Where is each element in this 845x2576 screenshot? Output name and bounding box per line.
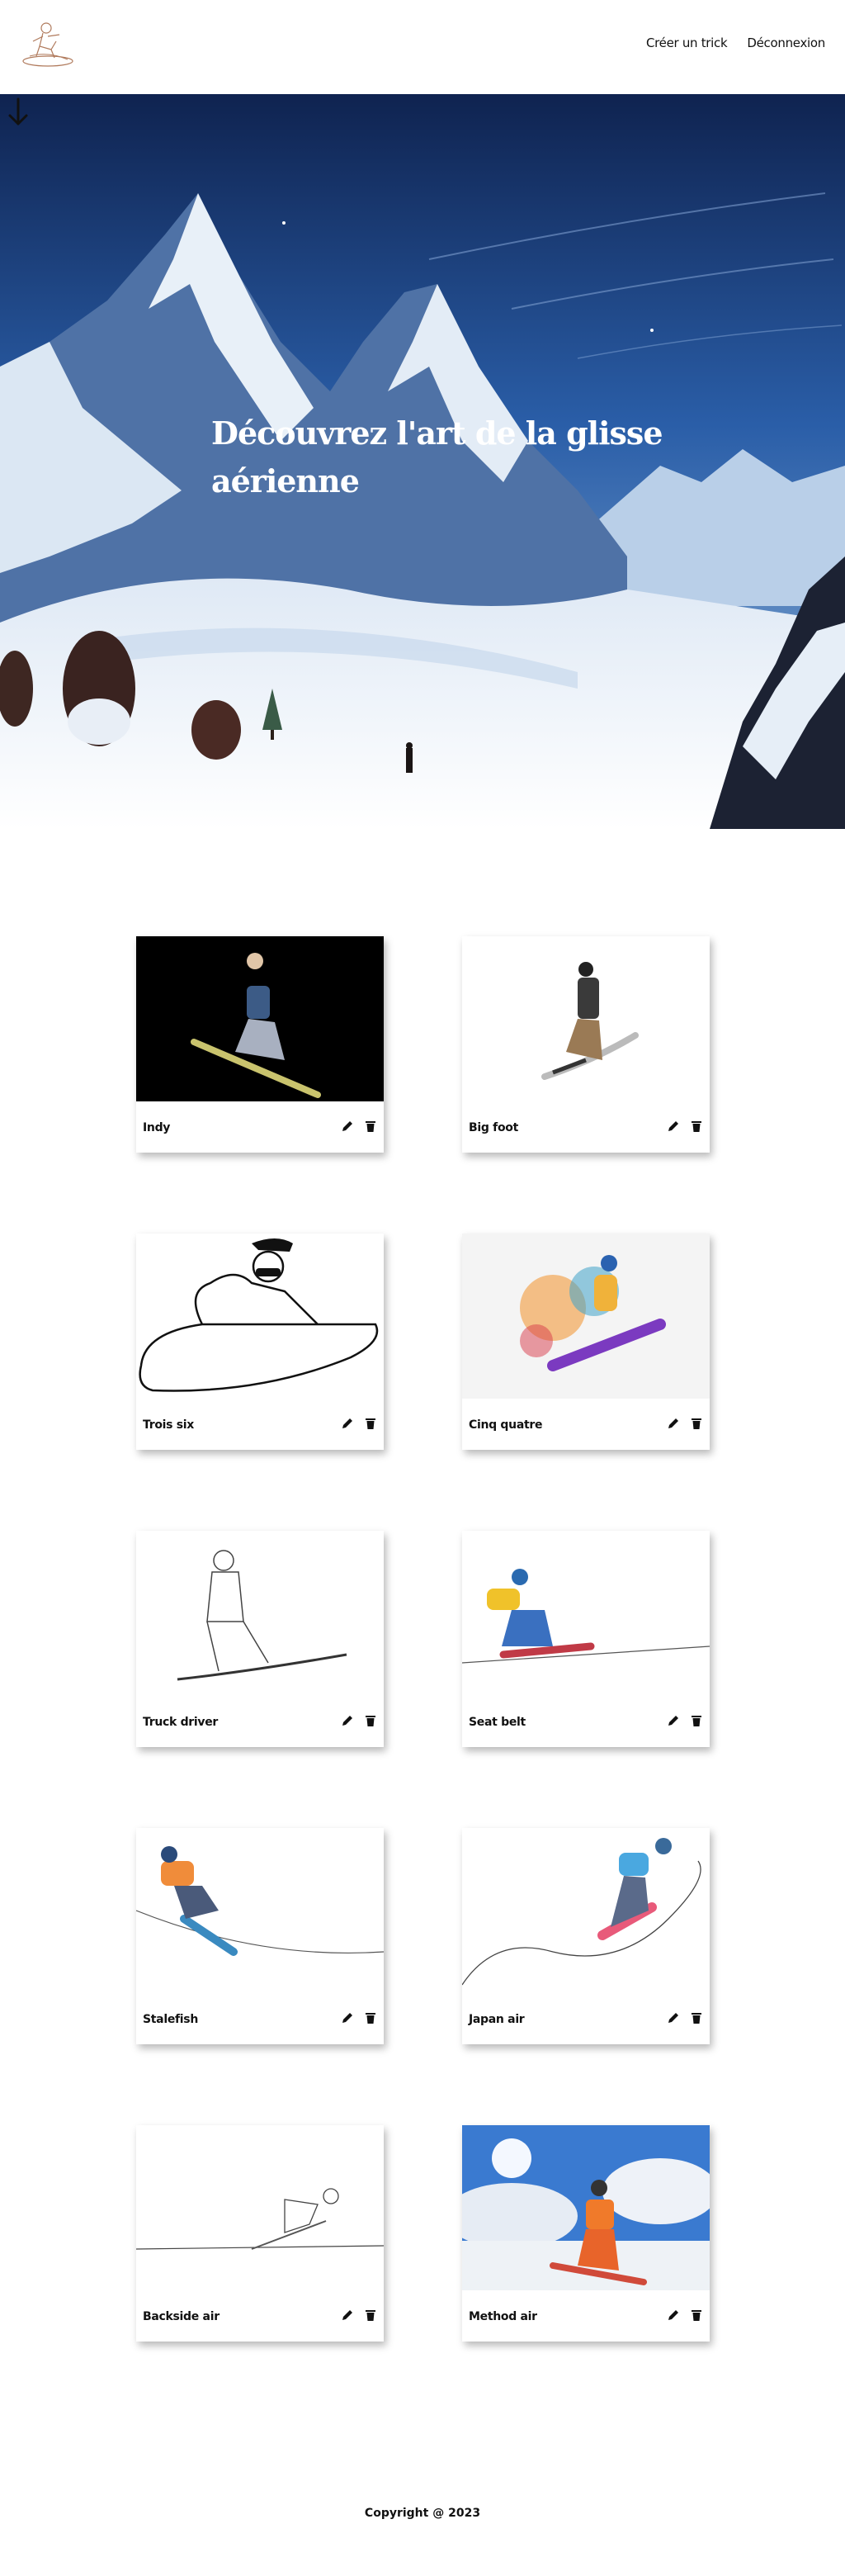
pencil-icon[interactable] (341, 2011, 354, 2024)
trick-name[interactable]: Cinq quatre (469, 1418, 542, 1432)
trick-image (136, 2125, 384, 2290)
trick-card[interactable]: Cinq quatre (462, 1234, 710, 1450)
trick-name[interactable]: Method air (469, 2310, 537, 2323)
trick-image (136, 936, 384, 1101)
trick-image (136, 1531, 384, 1696)
main-nav: Créer un trick Déconnexion (646, 36, 825, 50)
pencil-icon[interactable] (667, 1120, 680, 1133)
nav-logout[interactable]: Déconnexion (747, 36, 825, 50)
trick-name[interactable]: Indy (143, 1121, 170, 1134)
trick-image (462, 1234, 710, 1399)
trick-name[interactable]: Truck driver (143, 1716, 218, 1729)
trick-name[interactable]: Japan air (469, 2013, 525, 2026)
trash-icon[interactable] (690, 2308, 703, 2322)
trick-name[interactable]: Backside air (143, 2310, 220, 2323)
trick-image (462, 1531, 710, 1696)
nav-create-trick[interactable]: Créer un trick (646, 36, 728, 50)
arrow-down-icon[interactable] (0, 94, 36, 130)
hero-banner: Découvrez l'art de la glisse aérienne (0, 94, 845, 829)
trash-icon[interactable] (364, 1417, 377, 1430)
trick-name[interactable]: Big foot (469, 1121, 518, 1134)
pencil-icon[interactable] (341, 1714, 354, 1727)
snowboarder-logo[interactable] (18, 18, 78, 71)
pencil-icon[interactable] (341, 2308, 354, 2322)
trick-card[interactable]: Big foot (462, 936, 710, 1153)
trick-card[interactable]: Japan air (462, 1828, 710, 2044)
trick-card[interactable]: Backside air (136, 2125, 384, 2342)
trick-image (462, 1828, 710, 1993)
trash-icon[interactable] (690, 1120, 703, 1133)
trick-image (136, 1234, 384, 1399)
pencil-icon[interactable] (667, 2011, 680, 2024)
trash-icon[interactable] (690, 2011, 703, 2024)
trick-card[interactable]: Seat belt (462, 1531, 710, 1747)
trick-card[interactable]: Truck driver (136, 1531, 384, 1747)
pencil-icon[interactable] (341, 1417, 354, 1430)
trick-image (136, 1828, 384, 1993)
trick-card[interactable]: Stalefish (136, 1828, 384, 2044)
pencil-icon[interactable] (667, 2308, 680, 2322)
trash-icon[interactable] (364, 1714, 377, 1727)
trash-icon[interactable] (690, 1417, 703, 1430)
hero-title-line1: Découvrez l'art de la glisse (211, 414, 663, 452)
pencil-icon[interactable] (667, 1714, 680, 1727)
trick-image (462, 2125, 710, 2290)
trick-card[interactable]: Method air (462, 2125, 710, 2342)
site-header: Créer un trick Déconnexion (0, 0, 845, 94)
pencil-icon[interactable] (341, 1120, 354, 1133)
hero-title-line2: aérienne (211, 462, 360, 500)
trash-icon[interactable] (690, 1714, 703, 1727)
trash-icon[interactable] (364, 2011, 377, 2024)
hero-title: Découvrez l'art de la glisse aérienne (211, 410, 673, 505)
trash-icon[interactable] (364, 2308, 377, 2322)
trick-name[interactable]: Trois six (143, 1418, 194, 1432)
trick-name[interactable]: Seat belt (469, 1716, 526, 1729)
trash-icon[interactable] (364, 1120, 377, 1133)
copyright: Copyright @ 2023 (364, 2507, 481, 2520)
trick-image (462, 936, 710, 1101)
trick-card[interactable]: Indy (136, 936, 384, 1153)
trick-card[interactable]: Trois six (136, 1234, 384, 1450)
trick-name[interactable]: Stalefish (143, 2013, 198, 2026)
pencil-icon[interactable] (667, 1417, 680, 1430)
